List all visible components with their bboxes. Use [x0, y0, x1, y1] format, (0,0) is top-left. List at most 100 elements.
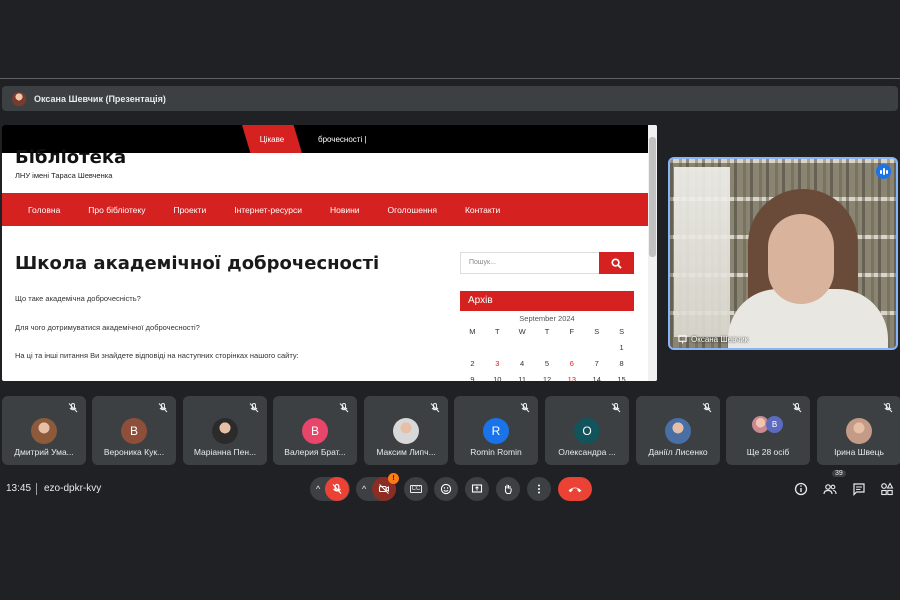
hang-up-icon	[568, 487, 582, 493]
calendar-empty-cell	[559, 343, 584, 352]
camera-off-icon	[378, 484, 389, 494]
calendar-day[interactable]: 2	[460, 359, 485, 368]
chevron-up-icon[interactable]: ^	[316, 484, 320, 494]
site-nav: Головна Про бібліотеку Проекти Інтернет-…	[2, 193, 648, 226]
calendar-day[interactable]: 6	[559, 359, 584, 368]
participant-tile-valeria[interactable]: В Валерия Брат...	[273, 396, 357, 465]
presenter-video-tile[interactable]: Оксана Шевчик	[668, 157, 898, 350]
more-vert-icon	[538, 484, 540, 494]
avatar: В	[302, 418, 328, 444]
present-screen-icon	[471, 484, 483, 493]
participant-name: Даніїл Лисенко	[648, 447, 708, 457]
calendar-day[interactable]: 11	[510, 375, 535, 381]
mic-off-icon	[68, 403, 78, 413]
site-search-input[interactable]: Пошук...	[460, 252, 600, 274]
nav-item-about[interactable]: Про бібліотеку	[88, 205, 145, 215]
calendar-day[interactable]: 4	[510, 359, 535, 368]
calendar-day[interactable]: 1	[609, 343, 634, 352]
participant-tile-maksym[interactable]: Максим Липч...	[364, 396, 448, 465]
grouped-avatars: В	[752, 416, 786, 438]
calendar-empty-cell	[460, 343, 485, 352]
participant-tile-oleksandra[interactable]: О Олександра ...	[545, 396, 629, 465]
calendar-day[interactable]: 9	[460, 375, 485, 381]
calendar-weekday: S	[594, 327, 600, 336]
participant-tile-more-people[interactable]: В Ще 28 осіб	[726, 396, 810, 465]
site-logo-title[interactable]: Бібліотека	[15, 147, 126, 168]
presenting-icon	[678, 335, 687, 344]
calendar-day[interactable]: 14	[584, 375, 609, 381]
nav-item-projects[interactable]: Проекти	[173, 205, 206, 215]
leave-call-button[interactable]	[558, 477, 592, 501]
mic-off-icon	[520, 403, 530, 413]
page-scrollbar[interactable]	[648, 125, 657, 381]
raise-hand-button[interactable]	[496, 477, 520, 501]
shared-screen: Цікаве брочесності | Бібліотека ЛНУ імен…	[2, 125, 657, 381]
participant-tile-marianna[interactable]: Маріанна Пен...	[183, 396, 267, 465]
calendar-day[interactable]: 13	[559, 375, 584, 381]
participant-tile-romin[interactable]: R Romin Romin	[454, 396, 538, 465]
people-count: 39	[832, 470, 846, 477]
calendar-day[interactable]: 5	[535, 359, 560, 368]
avatar: В	[766, 416, 783, 433]
nav-item-announcements[interactable]: Оголошення	[388, 205, 437, 215]
participant-tile-dmytro[interactable]: Дмитрий Ума...	[2, 396, 86, 465]
mic-off-icon	[792, 403, 802, 413]
nav-item-contacts[interactable]: Контакти	[465, 205, 500, 215]
meeting-code[interactable]: ezo-dpkr-kvy	[44, 483, 101, 494]
nav-item-home[interactable]: Головна	[28, 205, 60, 215]
hand-icon	[504, 484, 512, 494]
calendar-caption: September 2024	[519, 314, 575, 323]
more-options-button[interactable]	[527, 477, 551, 501]
divider	[36, 483, 37, 495]
participant-strip: Дмитрий Ума... В Вероника Кук... Маріанна П…	[2, 396, 900, 465]
window-background	[674, 167, 730, 337]
chat-icon[interactable]	[852, 482, 866, 496]
participant-tile-veronika[interactable]: В Вероника Кук...	[92, 396, 176, 465]
people-icon[interactable]	[823, 482, 837, 496]
scrollbar-thumb[interactable]	[649, 137, 656, 257]
avatar	[846, 418, 872, 444]
calendar-empty-cell	[535, 343, 560, 352]
meeting-info-icon[interactable]	[794, 482, 808, 496]
activities-icon[interactable]	[880, 482, 894, 496]
mic-off-icon	[339, 403, 349, 413]
mic-off-icon	[702, 403, 712, 413]
calendar-empty-cell	[584, 343, 609, 352]
presenter-video-name: Оксана Шевчик	[691, 335, 749, 344]
participant-name: Romin Romin	[470, 447, 522, 457]
mic-off-icon	[332, 483, 342, 494]
camera-toggle-button[interactable]: !	[372, 473, 399, 501]
call-controls-bar: 13:45 ezo-dpkr-kvy ^ ^ ! CC 39	[0, 470, 900, 502]
participant-tile-daniil[interactable]: Даніїл Лисенко	[636, 396, 720, 465]
presenter-video-label: Оксана Шевчик	[678, 335, 748, 344]
participant-name: Максим Липч...	[376, 447, 436, 457]
captions-button[interactable]: CC	[404, 477, 428, 501]
calendar-day[interactable]: 3	[485, 359, 510, 368]
calendar-day[interactable]: 15	[609, 375, 634, 381]
avatar	[393, 418, 419, 444]
tab-interesting[interactable]: Цікаве	[242, 125, 302, 153]
site-search-button[interactable]	[599, 252, 634, 274]
calendar-weekday: F	[569, 327, 575, 336]
person-face	[768, 214, 834, 304]
nav-item-news[interactable]: Новини	[330, 205, 360, 215]
paragraph: Для чого дотримуватися академічної добро…	[15, 323, 200, 332]
avatar: R	[483, 418, 509, 444]
avatar	[665, 418, 691, 444]
calendar-day[interactable]: 8	[609, 359, 634, 368]
calendar-day[interactable]: 10	[485, 375, 510, 381]
mic-off-icon	[430, 403, 440, 413]
mic-toggle-button[interactable]	[325, 477, 349, 501]
calendar-weekday: M	[469, 327, 476, 336]
calendar-day[interactable]: 7	[584, 359, 609, 368]
nav-item-internet-resources[interactable]: Інтернет-ресурси	[234, 205, 302, 215]
warning-badge: !	[388, 473, 399, 484]
reactions-button[interactable]	[434, 477, 458, 501]
present-screen-button[interactable]	[465, 477, 489, 501]
news-ticker: брочесності |	[318, 135, 367, 144]
chevron-up-icon[interactable]: ^	[362, 484, 366, 494]
participant-tile-iryna[interactable]: Ірина Швець	[817, 396, 900, 465]
calendar-day[interactable]: 12	[535, 375, 560, 381]
calendar-weekday: W	[518, 327, 526, 336]
participant-name: Маріанна Пен...	[193, 447, 257, 457]
